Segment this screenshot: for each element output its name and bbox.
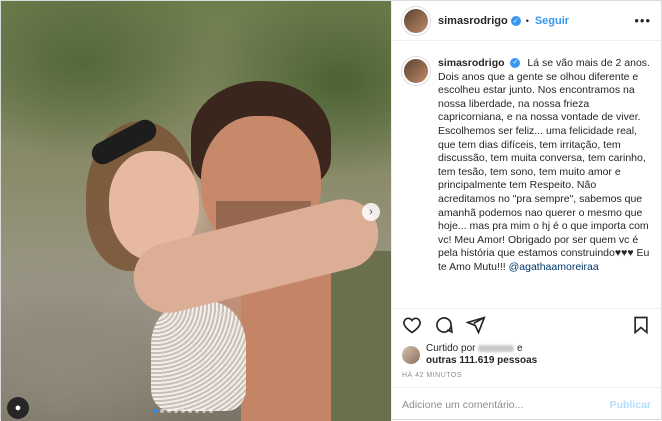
post-timestamp[interactable]: HÁ 42 MINUTOS [392, 370, 661, 387]
carousel-dot [188, 409, 192, 413]
carousel-dot [174, 409, 178, 413]
likes-count-link[interactable]: outras 111.619 pessoas [426, 355, 537, 366]
verified-badge-icon: ✓ [510, 15, 521, 26]
likes-text: Curtido por e outras 111.619 pessoas [426, 343, 537, 367]
caption-text: simasrodrigo ✓ Lá se vão mais de 2 anos.… [438, 57, 651, 308]
avatar[interactable] [402, 57, 430, 85]
photo-detail [331, 251, 391, 421]
instagram-post: › ● simasrodrigo ✓ • Seguir ••• simasrod… [0, 0, 662, 421]
bookmark-icon[interactable] [631, 315, 651, 335]
verified-badge-icon: ✓ [510, 58, 521, 69]
liked-by-prefix: Curtido por [426, 343, 476, 354]
username-link[interactable]: simasrodrigo [438, 15, 508, 27]
carousel-dot [181, 409, 185, 413]
caption-block: simasrodrigo ✓ Lá se vão mais de 2 anos.… [392, 41, 661, 308]
carousel-dot [195, 409, 199, 413]
comment-form: Publicar [392, 387, 661, 421]
follow-button[interactable]: Seguir [535, 15, 569, 27]
user-tag-icon[interactable]: ● [7, 397, 29, 419]
post-photo[interactable]: › ● [1, 1, 391, 421]
header-separator: • [525, 15, 529, 26]
likes-summary: Curtido por e outras 111.619 pessoas [392, 340, 661, 370]
comment-input[interactable] [402, 398, 610, 411]
post-sidebar: simasrodrigo ✓ • Seguir ••• simasrodrigo… [391, 1, 661, 421]
liker-avatar[interactable] [402, 346, 420, 364]
avatar[interactable] [402, 6, 430, 35]
carousel-dot [167, 409, 171, 413]
share-icon[interactable] [466, 315, 486, 335]
carousel-dots [153, 409, 213, 413]
publish-button[interactable]: Publicar [610, 399, 651, 411]
caption-body: Lá se vão mais de 2 anos. Dois anos que … [438, 57, 650, 273]
carousel-dot [153, 409, 157, 413]
carousel-dot [202, 409, 206, 413]
carousel-dot [209, 409, 213, 413]
chevron-right-icon[interactable]: › [362, 203, 380, 221]
action-bar [392, 308, 661, 340]
comment-icon[interactable] [434, 315, 454, 335]
photo-detail [151, 301, 246, 411]
more-options-button[interactable]: ••• [634, 13, 651, 28]
carousel-dot [160, 409, 164, 413]
mention-link[interactable]: @agathaamoreiraa [509, 261, 599, 273]
heart-icon[interactable] [402, 315, 422, 335]
caption-username[interactable]: simasrodrigo [438, 57, 505, 69]
post-header: simasrodrigo ✓ • Seguir ••• [392, 1, 661, 41]
liker-username-blurred[interactable] [478, 344, 515, 352]
liked-by-connector: e [517, 343, 523, 354]
